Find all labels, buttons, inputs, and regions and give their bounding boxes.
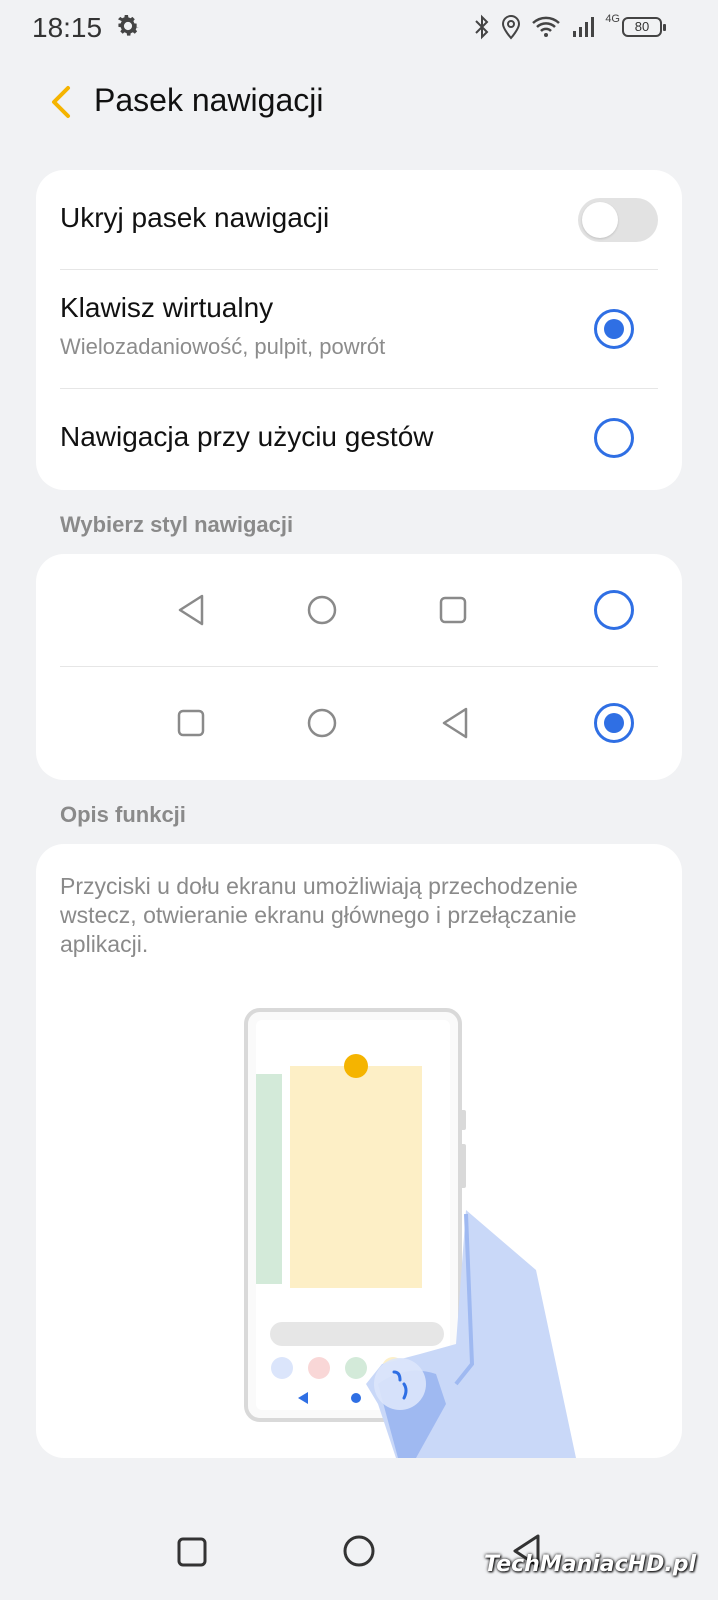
home-icon[interactable] — [342, 1534, 376, 1573]
nav-style-card — [36, 554, 682, 780]
hide-nav-bar-label: Ukryj pasek nawigacji — [60, 202, 330, 233]
recents-icon[interactable] — [176, 1536, 208, 1573]
status-time: 18:15 — [32, 12, 103, 43]
virtual-keys-radio[interactable] — [594, 309, 634, 349]
gear-icon — [114, 12, 142, 45]
watermark: TechManiacHD.pl — [484, 1552, 696, 1577]
location-icon — [501, 14, 521, 40]
nav-style-option-1[interactable] — [36, 554, 682, 666]
nav-style-section-label: Wybierz styl nawigacji — [60, 512, 294, 537]
battery-icon: 80 — [622, 17, 666, 37]
hide-nav-bar-row[interactable]: Ukryj pasek nawigacji — [60, 170, 658, 268]
description-section-label: Opis funkcji — [60, 802, 186, 827]
virtual-keys-row[interactable]: Klawisz wirtualny Wielozadaniowość, pulp… — [60, 270, 658, 388]
page-title: Pasek nawigacji — [94, 82, 324, 118]
gesture-nav-radio[interactable] — [594, 418, 634, 458]
description-card: Przyciski u dołu ekranu umożliwiają prze… — [36, 844, 682, 1458]
signal-icon — [571, 15, 595, 39]
home-icon — [306, 594, 338, 631]
wifi-icon — [531, 15, 561, 39]
home-icon — [306, 707, 338, 744]
header: Pasek nawigacji — [0, 72, 718, 132]
status-bar: 18:15 4G 80 — [0, 0, 718, 56]
bluetooth-icon — [473, 14, 491, 40]
back-icon — [440, 706, 472, 745]
phone-illustration — [244, 1008, 576, 1458]
nav-style-option-2[interactable] — [36, 667, 682, 779]
hide-nav-bar-toggle[interactable] — [578, 198, 658, 242]
network-type-label: 4G — [605, 13, 620, 25]
back-button[interactable] — [46, 84, 76, 120]
nav-style-radio-1[interactable] — [594, 590, 634, 630]
recents-icon — [176, 708, 206, 743]
gesture-nav-label: Nawigacja przy użyciu gestów — [60, 421, 434, 452]
battery-level: 80 — [634, 19, 650, 34]
system-nav-bar — [0, 1500, 718, 1600]
toggle-knob — [582, 202, 618, 238]
virtual-keys-label: Klawisz wirtualny — [60, 292, 274, 323]
virtual-keys-description: Wielozadaniowość, pulpit, powrót — [60, 334, 386, 359]
recents-icon — [438, 595, 468, 630]
nav-style-radio-2[interactable] — [594, 703, 634, 743]
gesture-nav-row[interactable]: Nawigacja przy użyciu gestów — [60, 389, 658, 490]
nav-mode-card: Ukryj pasek nawigacji Klawisz wirtualny … — [36, 170, 682, 490]
back-icon — [176, 593, 208, 632]
